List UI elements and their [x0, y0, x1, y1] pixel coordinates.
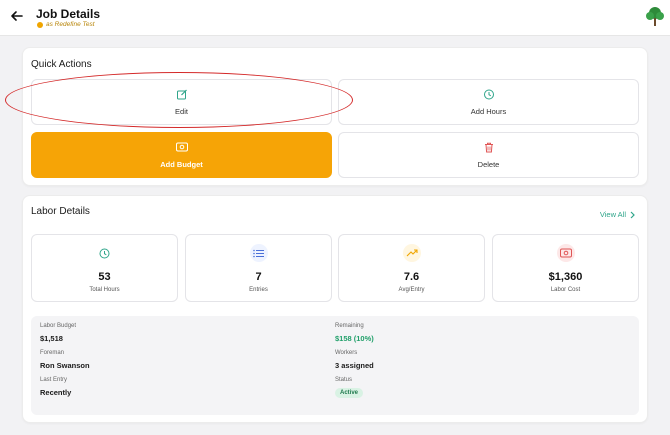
chevron-right-icon — [630, 211, 635, 218]
money-icon — [556, 244, 575, 262]
foreman-label: Foreman — [40, 350, 65, 356]
quick-actions-title: Quick Actions — [31, 59, 92, 70]
clock-icon — [96, 244, 114, 262]
stat-entries: 7 Entries — [185, 234, 332, 302]
stat-value: 7.6 — [403, 271, 420, 283]
money-icon — [175, 142, 188, 152]
add-budget-label: Add Budget — [160, 160, 203, 169]
page-subtitle: as Redefine Test — [37, 21, 95, 28]
stat-value: $1,360 — [548, 271, 583, 283]
status-badge: Active — [335, 388, 364, 398]
view-all-label: View All — [599, 210, 626, 219]
stat-value: 7 — [255, 271, 262, 283]
stat-label: Total Hours — [89, 287, 120, 293]
stat-avg-entry: 7.6 Avg/Entry — [338, 234, 485, 302]
remaining-label: Remaining — [335, 323, 364, 329]
workers-label: Workers — [335, 350, 358, 356]
delete-button[interactable]: Delete — [338, 132, 639, 178]
add-hours-label: Add Hours — [470, 107, 507, 116]
list-icon — [249, 244, 268, 262]
stat-label: Entries — [249, 287, 268, 293]
labor-details-card: Labor Details View All 53 Total Hours 7 … — [22, 195, 648, 423]
edit-label: Edit — [175, 107, 188, 116]
tree-logo-icon[interactable] — [645, 6, 665, 28]
page-title: Job Details — [36, 7, 101, 21]
remaining-value: $158 (10%) — [335, 334, 374, 343]
labor-details-title: Labor Details — [31, 206, 90, 217]
back-arrow-icon[interactable] — [10, 9, 24, 23]
add-budget-button[interactable]: Add Budget — [31, 132, 332, 178]
clock-icon — [483, 89, 494, 100]
stat-label: Avg/Entry — [398, 287, 425, 293]
delete-label: Delete — [477, 160, 500, 169]
stat-label: Labor Cost — [550, 287, 581, 293]
view-all-link[interactable]: View All — [600, 210, 635, 219]
app-header: Job Details as Redefine Test — [0, 0, 670, 36]
user-icon — [37, 21, 43, 28]
labor-budget-label: Labor Budget — [40, 323, 77, 329]
edit-icon — [176, 89, 187, 100]
subtitle-text: as Redefine Test — [46, 21, 95, 28]
stat-labor-cost: $1,360 Labor Cost — [492, 234, 639, 302]
labor-details-panel: Labor Budget $1,518 Remaining $158 (10%)… — [31, 316, 639, 415]
foreman-value: Ron Swanson — [40, 361, 90, 370]
stat-total-hours: 53 Total Hours — [31, 234, 178, 302]
add-hours-button[interactable]: Add Hours — [338, 79, 639, 125]
quick-actions-card: Quick Actions Edit Add Hours Add Budget … — [22, 47, 648, 186]
last-entry-value: Recently — [40, 388, 72, 397]
labor-budget-value: $1,518 — [40, 334, 63, 343]
trash-icon — [484, 142, 493, 153]
edit-button[interactable]: Edit — [31, 79, 332, 125]
last-entry-label: Last Entry — [40, 377, 68, 383]
workers-value: 3 assigned — [335, 361, 374, 370]
status-label: Status — [335, 377, 353, 383]
trend-up-icon — [402, 244, 421, 262]
stat-value: 53 — [98, 271, 111, 283]
